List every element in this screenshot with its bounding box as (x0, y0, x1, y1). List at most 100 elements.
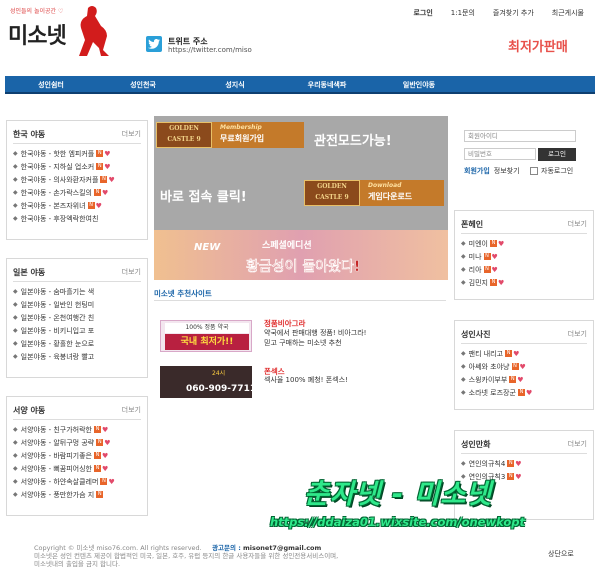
list-item[interactable]: ◆ 한국야동 - 핫한 엠피커플 N ♥ (13, 147, 115, 160)
nav-item-adult-heaven[interactable]: 성인천국 (97, 76, 189, 92)
more-link[interactable]: 더보기 (122, 267, 141, 277)
download-strip: Download 게임다운로드 (360, 180, 444, 206)
nav-item-adult-rest[interactable]: 성인쉼터 (5, 76, 97, 92)
top-link-recent[interactable]: 최근게시물 (552, 8, 584, 18)
list-item[interactable]: ◆ 일본야동 - 온천여행간 친 (13, 311, 94, 324)
more-link[interactable]: 더보기 (122, 129, 141, 139)
more-link[interactable]: 더보기 (568, 219, 587, 229)
list-item[interactable]: ◆ 일본야동 - 비키니입고 포 (13, 324, 94, 337)
list-item[interactable]: ◆ 한국야동 - 지하실 업소커 N ♥ (13, 160, 115, 173)
more-link[interactable]: 더보기 (568, 439, 587, 449)
heart-icon: ♥ (497, 278, 505, 287)
list-item[interactable]: ◆ 김민지 N ♥ (461, 276, 504, 289)
list-item[interactable]: ◆ 소라넷 로즈장군 N ♥ (461, 386, 532, 399)
more-link[interactable]: 더보기 (568, 329, 587, 339)
special-edition-banner[interactable]: NEW 스페셜에디션 황금성이 돌아왔다! (154, 230, 448, 280)
site-logo[interactable]: 성인들의 놀이공간 ♡ 미소넷 (6, 4, 116, 58)
list-item[interactable]: ◆ 일본야동 - 일반인 헌팅미 (13, 298, 94, 311)
viagra-ad-image[interactable]: 100% 정품 약국 국내 최저가!! (160, 320, 252, 352)
bullet-icon: ◆ (13, 189, 18, 196)
top-link-bookmark[interactable]: 즐겨찾기 추가 (493, 8, 534, 18)
bullet-icon: ◆ (461, 279, 466, 286)
bullet-icon: ◆ (461, 389, 466, 396)
heart-icon: ♥ (515, 459, 522, 468)
new-badge-icon: N (94, 465, 102, 472)
bullet-icon: ◆ (13, 314, 18, 321)
new-badge-icon: N (483, 266, 491, 273)
fullscreen-text: 관전모드가능! (314, 134, 392, 149)
list-item[interactable]: ◆ 서양야동 - 풍만한가슴 지N (13, 488, 115, 501)
game-banner[interactable]: GOLDEN CASTLE 9 Membership 무료회원가입 관전모드가능… (154, 116, 448, 230)
list-item[interactable]: ◆ 팬티 내리고 N ♥ (461, 347, 532, 360)
list-item[interactable]: ◆ 서양야동 - 하얀속살클레머 N ♥ (13, 475, 115, 488)
list-item[interactable]: ◆ 리아 N ♥ (461, 263, 504, 276)
bullet-icon: ◆ (13, 163, 18, 170)
watermark-url: https://ddaiza01.wixsite.com/onewkopt (270, 515, 525, 529)
footer-notice: 미소넷은 성인 컨텐츠 제공이 합법적인 미국, 일본, 호주, 유럽 등지의 … (34, 552, 339, 560)
nav-item-sex-knowledge[interactable]: 성지식 (189, 76, 281, 92)
list-item[interactable]: ◆ 서양야동 - 친구가허락한 N ♥ (13, 423, 115, 436)
new-badge-icon: N (100, 176, 108, 183)
list-item[interactable]: ◆ 서양야동 - 뻐꿈피어싱한 N ♥ (13, 462, 115, 475)
login-button[interactable]: 로그인 (538, 148, 576, 161)
top-link-login[interactable]: 로그인 (413, 8, 432, 18)
list-item[interactable]: ◆ 미나 N ♥ (461, 250, 504, 263)
bullet-icon: ◆ (13, 288, 18, 295)
back-to-top-link[interactable]: 상단으로 (548, 549, 574, 559)
promo-text[interactable]: 최저가판매 (508, 36, 568, 55)
list-item[interactable]: ◆ 스윙카이부부 N ♥ (461, 373, 532, 386)
list-item[interactable]: ◆ 한국야동 - 후장엑락한여친 (13, 212, 115, 225)
rec-desc: 약국에서 판매대행 정품! 비아그라! (264, 329, 367, 337)
list-item[interactable]: ◆ 서양야동 - 알뒤구멍 공략 N ♥ (13, 436, 115, 449)
heart-icon: ♥ (104, 162, 111, 171)
bullet-icon: ◆ (13, 439, 18, 446)
phone-girl-box: 폰헤인 더보기 ◆ 미엔이 N ♥ ◆ 미나 N ♥ ◆ 리아 N ♥ ◆ 김민지 N ♥ (454, 210, 594, 300)
box-title: 폰헤인 (461, 220, 484, 229)
top-nav: 로그인 1:1문의 즐겨찾기 추가 최근게시물 (413, 8, 584, 18)
more-link[interactable]: 더보기 (122, 405, 141, 415)
korean-video-box: 한국 야동 더보기 ◆ 한국야동 - 핫한 엠피커플 N ♥ ◆ 한국야동 - 지하실 … (6, 120, 148, 240)
list-item[interactable]: ◆ 일본야동 - 황홀한 눈으로 (13, 337, 94, 350)
click-text: 바로 접속 클릭! (160, 190, 247, 205)
id-input[interactable]: 회원아이디 (464, 130, 576, 142)
list-item[interactable]: ◆ 일본야동 - 육봉녀랑 빨고 (13, 350, 94, 363)
golden-castle-return-text: 황금성이 돌아왔다! (246, 259, 361, 275)
box-title: 성인만화 (461, 440, 491, 449)
new-tag: NEW (194, 242, 221, 253)
new-badge-icon: N (517, 389, 525, 396)
list-item[interactable]: ◆ 미엔이 N ♥ (461, 237, 504, 250)
bullet-icon: ◆ (461, 253, 466, 260)
box-title: 한국 야동 (13, 130, 46, 139)
nav-item-amateur[interactable]: 일반인야동 (373, 76, 465, 92)
banner-logo-bottom: GOLDEN CASTLE 9 (304, 180, 360, 206)
bullet-icon: ◆ (13, 301, 18, 308)
password-input[interactable]: 비밀번호 (464, 148, 536, 160)
find-info-link[interactable]: 정보찾기 (494, 167, 520, 175)
heart-icon: ♥ (104, 438, 111, 447)
list-item[interactable]: ◆ 아쎄와 초야냥 N ♥ (461, 360, 532, 373)
bullet-icon: ◆ (13, 202, 18, 209)
heart-icon: ♥ (519, 362, 526, 371)
auto-login[interactable]: 자동로그인 (530, 166, 573, 176)
phone-ad-image[interactable]: 24시 060-909-7711 (160, 366, 256, 398)
list-item[interactable]: ◆ 연인의규칙4 N ♥ (461, 457, 522, 470)
join-link[interactable]: 회원가입 (464, 167, 490, 175)
new-badge-icon: N (505, 350, 513, 357)
box-title: 성인사진 (461, 330, 491, 339)
bullet-icon: ◆ (13, 452, 18, 459)
nav-item-neighborhood[interactable]: 우리동네색파 (281, 76, 373, 92)
new-badge-icon: N (483, 253, 491, 260)
new-badge-icon: N (509, 376, 517, 383)
ad-email[interactable]: misonet7@gmail.com (243, 544, 321, 552)
list-item[interactable]: ◆ 한국야동 - 본즈자위녀 N ♥ (13, 199, 115, 212)
top-link-inquiry[interactable]: 1:1문의 (451, 8, 475, 18)
list-item[interactable]: ◆ 한국야동 - 의사와환자커플 N ♥ (13, 173, 115, 186)
heart-icon: ♥ (525, 388, 533, 397)
list-item[interactable]: ◆ 한국야동 - 손가락스킬의 N ♥ (13, 186, 115, 199)
list-item[interactable]: ◆ 서양야동 - 바람피기좋은 N ♥ (13, 449, 115, 462)
bullet-icon: ◆ (461, 350, 466, 357)
ad-inquiry-label: 광고문의 : (212, 544, 241, 552)
bullet-icon: ◆ (13, 340, 18, 347)
list-item[interactable]: ◆ 일본야동 - 숨마흘기는 색 (13, 285, 94, 298)
auto-login-checkbox[interactable] (530, 167, 538, 175)
